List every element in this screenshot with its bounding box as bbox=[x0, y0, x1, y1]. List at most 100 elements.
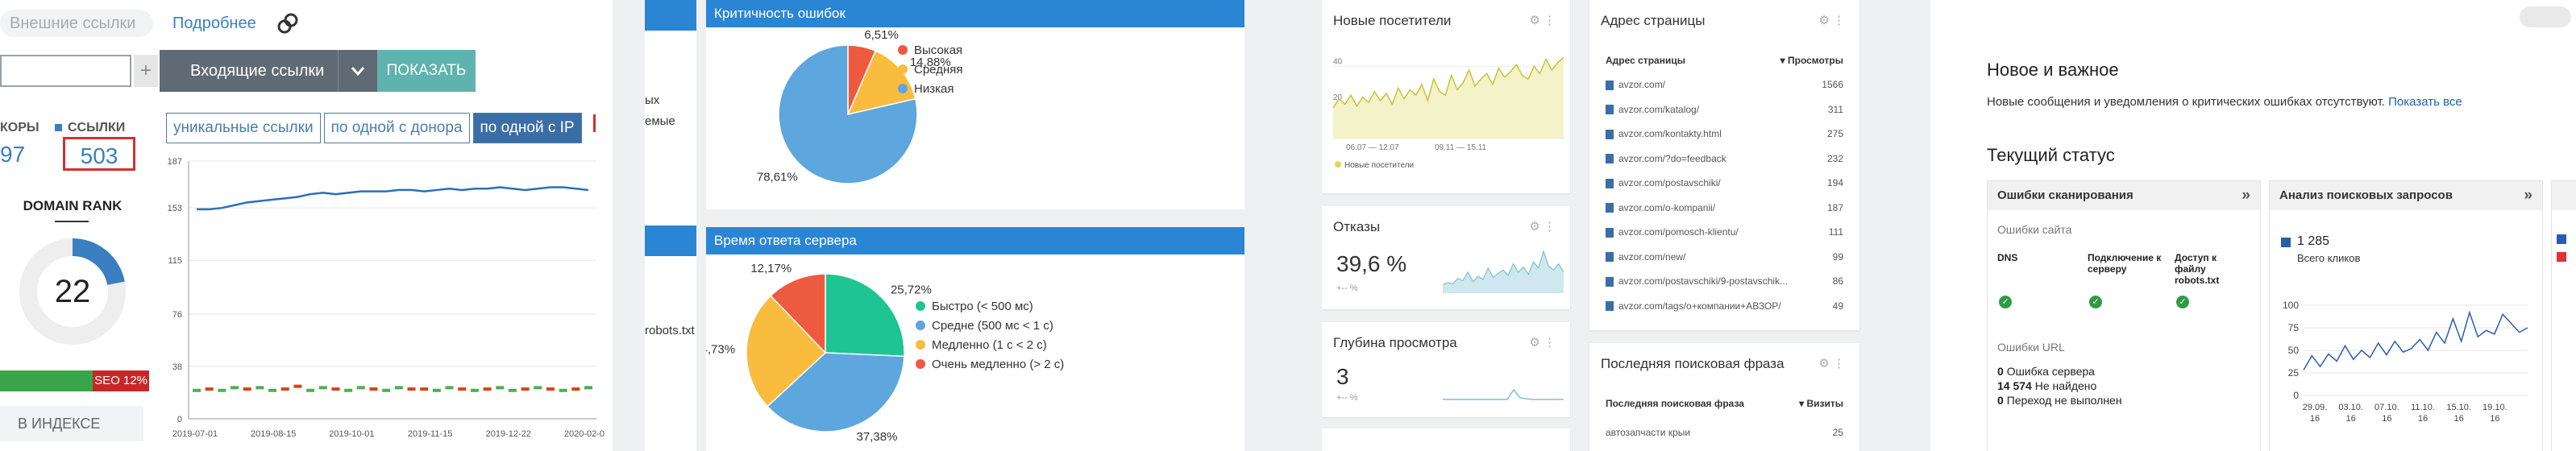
table-row[interactable]: автозапчасти крыи 25 bbox=[1606, 427, 1843, 451]
legend-dot-icon bbox=[1335, 161, 1341, 168]
card-title: Глубина просмотра bbox=[1333, 335, 1457, 350]
page-url: avzor.com/?do=feedback bbox=[1618, 152, 1726, 164]
depth-value: 3 bbox=[1336, 364, 1349, 389]
red-marker bbox=[593, 114, 596, 132]
side-header bbox=[645, 0, 696, 31]
search-input[interactable]: Внешние ссылки bbox=[0, 10, 153, 37]
check-icon: ✓ bbox=[1999, 296, 2012, 308]
x-tick-label: 19.10. bbox=[2483, 403, 2507, 412]
response-pie-chart: 25,72% 37,38% 24,73% 12,17% Быстро (< 500 мс… bbox=[706, 262, 1064, 444]
crawl-errors-box: Ошибки сканирования » Ошибки сайта DNS П… bbox=[1987, 180, 2261, 451]
double-arrow-icon[interactable]: » bbox=[2524, 181, 2532, 210]
change-bar bbox=[382, 388, 391, 392]
table-row[interactable]: avzor.com/tags/o+компании+АВЗОР/49 bbox=[1606, 300, 1843, 325]
table-row[interactable]: avzor.com/new/99 bbox=[1606, 251, 1843, 276]
x-tick-label: 11.10. bbox=[2411, 403, 2435, 412]
depth-sparkline bbox=[1443, 388, 1564, 400]
card-title: Последняя поисковая фраза bbox=[1601, 356, 1785, 371]
change-bar bbox=[331, 387, 340, 391]
table-row[interactable]: avzor.com/postavschiki/194 bbox=[1606, 177, 1843, 202]
change-bar bbox=[546, 387, 555, 391]
settings-icon[interactable]: ⚙ ⋮ bbox=[1818, 13, 1845, 27]
settings-icon[interactable]: ⚙ ⋮ bbox=[1529, 335, 1556, 350]
clicks-label: Всего кликов bbox=[2297, 252, 2361, 264]
table-row[interactable]: avzor.com/o-kompanii/187 bbox=[1606, 202, 1843, 227]
divider bbox=[55, 221, 89, 222]
tab-one-per-donor[interactable]: по одной с донора bbox=[323, 113, 470, 143]
links-value[interactable]: 503 bbox=[63, 137, 135, 171]
x-tick-label: 16 bbox=[2346, 414, 2356, 424]
change-bar bbox=[571, 387, 580, 391]
in-index-button[interactable]: В ИНДЕКСЕ bbox=[0, 406, 143, 441]
legend-dot-icon bbox=[916, 340, 925, 350]
y-tick-label: 76 bbox=[172, 310, 182, 320]
add-button[interactable]: + bbox=[134, 55, 158, 87]
show-button[interactable]: ПОКАЗАТЬ bbox=[377, 50, 476, 92]
account-chip[interactable] bbox=[2520, 6, 2571, 27]
change-bar bbox=[193, 388, 201, 392]
links-label: ССЫЛКИ bbox=[68, 121, 126, 134]
table-row[interactable]: avzor.com/?do=feedback 232 bbox=[1606, 153, 1843, 178]
check-icon: ✓ bbox=[2176, 296, 2189, 308]
x-tick-label: 06.07 — 12.07 bbox=[1346, 143, 1399, 152]
table-row[interactable]: avzor.com/postavschiki/9-postavschik... 8… bbox=[1606, 275, 1843, 300]
more-link[interactable]: Подробнее bbox=[172, 14, 256, 33]
page-views: 86 bbox=[1832, 275, 1843, 287]
change-bar bbox=[306, 388, 315, 392]
show-all-link[interactable]: Показать все bbox=[2388, 95, 2462, 109]
favicon-icon bbox=[1606, 80, 1614, 90]
legend-label: Быстро (< 500 мс) bbox=[932, 300, 1033, 313]
side-text-1: ых bbox=[645, 93, 660, 107]
table-row[interactable]: avzor.com/pomosch-klientu/111 bbox=[1606, 226, 1843, 251]
legend-dot-icon bbox=[898, 45, 908, 55]
page-url: avzor.com/pomosch-klientu/ bbox=[1618, 226, 1739, 238]
search-analysis-header[interactable]: Анализ поисковых запросов » bbox=[2270, 181, 2542, 210]
col-header-url: Адрес страницы bbox=[1606, 55, 1685, 66]
favicon-icon bbox=[1606, 178, 1614, 188]
change-bar bbox=[293, 384, 302, 388]
legend-dot-icon bbox=[916, 359, 925, 369]
legend-label: Средняя bbox=[914, 63, 962, 77]
double-arrow-icon[interactable]: » bbox=[2242, 181, 2250, 210]
col-header-views[interactable]: ▾ Просмотры bbox=[1780, 55, 1843, 66]
page-views: 232 bbox=[1826, 152, 1843, 164]
change-bar bbox=[432, 388, 441, 392]
errors-card: Критичность ошибок 6,51% 14,88% 78,61% Высо… bbox=[706, 0, 1244, 209]
tab-one-per-ip[interactable]: по одной с IP bbox=[472, 113, 582, 143]
change-bar bbox=[356, 386, 365, 390]
y-tick-label: 75 bbox=[2288, 322, 2300, 333]
settings-icon[interactable]: ⚙ ⋮ bbox=[1529, 13, 1556, 27]
change-bar bbox=[458, 387, 467, 391]
new-visitors-card: Новые посетители ⚙ ⋮ 0204006.07 — 12.070… bbox=[1322, 0, 1570, 193]
settings-icon[interactable]: ⚙ ⋮ bbox=[1818, 356, 1845, 370]
x-tick-label: 2019-11-15 bbox=[408, 429, 452, 439]
table-row[interactable]: avzor.com/1566 bbox=[1606, 79, 1843, 104]
depth-change: +-- % bbox=[1336, 393, 1358, 403]
change-bar bbox=[584, 386, 592, 390]
link-type-select[interactable]: Входящие ссылки bbox=[160, 50, 377, 92]
settings-icon[interactable]: ⚙ ⋮ bbox=[1529, 219, 1556, 234]
legend-dot-icon bbox=[916, 321, 925, 330]
dns-label: DNS bbox=[1997, 252, 2018, 263]
anchors-label: КОРЫ bbox=[0, 121, 39, 134]
page-views: 194 bbox=[1826, 177, 1843, 188]
site-errors-label: Ошибки сайта bbox=[1997, 223, 2072, 236]
error-row: 0 Переход не выполнен bbox=[1997, 394, 2122, 407]
links-line bbox=[197, 186, 589, 211]
table-row[interactable]: avzor.com/katalog/311 bbox=[1606, 104, 1843, 129]
y-tick-label: 100 bbox=[2283, 300, 2299, 311]
chain-link-icon[interactable] bbox=[274, 10, 301, 37]
legend-dot-icon bbox=[898, 64, 908, 74]
col-header-visits[interactable]: ▾ Визиты bbox=[1799, 398, 1843, 409]
table-row[interactable]: avzor.com/kontakty.html 275 bbox=[1606, 128, 1843, 153]
next-box bbox=[2551, 180, 2576, 451]
change-bar bbox=[521, 387, 530, 391]
favicon-icon bbox=[1606, 105, 1614, 115]
err-count: 14 574 bbox=[1997, 379, 2032, 392]
page-views: 311 bbox=[1827, 103, 1843, 115]
crawl-errors-header[interactable]: Ошибки сканирования » bbox=[1988, 181, 2260, 210]
favicon-icon bbox=[1606, 203, 1614, 213]
box-title: Анализ поисковых запросов bbox=[2279, 188, 2453, 202]
tab-unique-links[interactable]: уникальные ссылки bbox=[166, 113, 321, 143]
url-input[interactable] bbox=[0, 55, 131, 87]
